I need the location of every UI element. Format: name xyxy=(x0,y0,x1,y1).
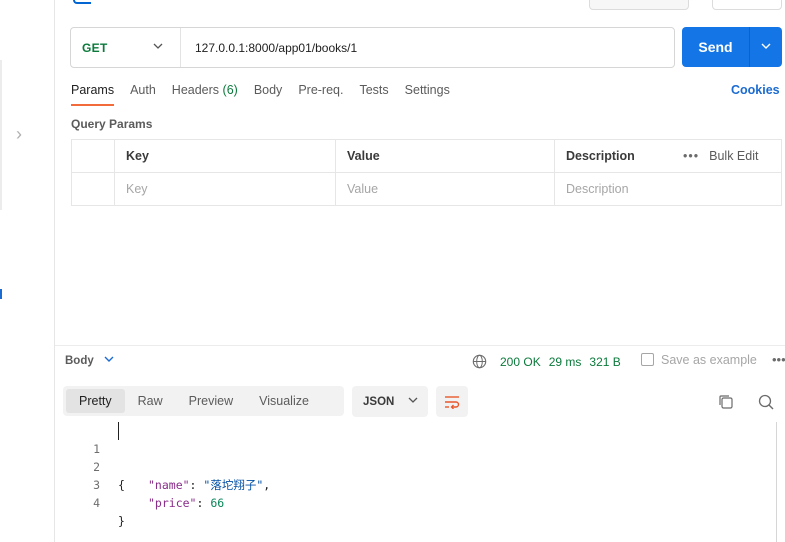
tab-raw[interactable]: Raw xyxy=(125,389,176,413)
format-label: JSON xyxy=(363,395,395,408)
url-input[interactable] xyxy=(181,28,674,67)
sidebar-edge xyxy=(0,60,2,210)
bulk-edit-button[interactable]: ••• Bulk Edit xyxy=(683,140,758,173)
pane-divider[interactable] xyxy=(55,345,785,346)
tab-pre-request[interactable]: Pre-req. xyxy=(298,82,343,106)
copy-icon[interactable] xyxy=(717,393,735,411)
save-as-example-label: Save as example xyxy=(661,353,757,367)
response-time[interactable]: 29 ms xyxy=(549,355,582,369)
sidebar-marker xyxy=(0,289,2,299)
expand-chevron-icon[interactable]: › xyxy=(16,124,22,145)
request-url-bar: GET xyxy=(70,27,675,68)
chevron-down-icon xyxy=(153,41,163,54)
code-text: "price": 66 xyxy=(148,496,225,510)
search-icon[interactable] xyxy=(757,393,775,411)
chevron-down-icon[interactable] xyxy=(104,354,114,367)
code-line: 4 } xyxy=(55,476,777,528)
code-text: } xyxy=(118,514,125,528)
editor-scrollbar[interactable] xyxy=(776,422,777,542)
response-view-tabs: Pretty Raw Preview Visualize xyxy=(63,386,344,416)
tab-pretty[interactable]: Pretty xyxy=(66,389,125,413)
tab-params[interactable]: Params xyxy=(71,82,115,106)
back-icon[interactable] xyxy=(73,0,91,4)
tab-body[interactable]: Body xyxy=(254,82,283,106)
key-column-header: Key xyxy=(115,140,336,173)
value-input[interactable]: Value xyxy=(336,173,555,206)
tab-preview[interactable]: Preview xyxy=(176,389,246,413)
tab-tests[interactable]: Tests xyxy=(359,82,388,106)
tab-label: Pre-req. xyxy=(298,83,344,97)
send-button[interactable]: Send xyxy=(682,27,782,67)
value-column-header: Value xyxy=(336,140,555,173)
cookies-link[interactable]: Cookies xyxy=(731,83,780,97)
tab-label: Params xyxy=(71,83,115,97)
table-header-row: Key Value Description ••• Bulk Edit xyxy=(72,140,781,173)
tab-label: Body xyxy=(253,83,283,97)
json-key: "price" xyxy=(148,496,197,510)
more-options-icon[interactable]: ••• xyxy=(772,352,785,367)
toolbar-dropdown[interactable] xyxy=(712,0,782,10)
tab-label: Tests xyxy=(359,83,389,97)
response-size[interactable]: 321 B xyxy=(589,355,620,369)
toolbar-button[interactable] xyxy=(589,0,689,10)
method-select[interactable]: GET xyxy=(71,28,181,67)
more-options-icon[interactable]: ••• xyxy=(683,149,699,163)
params-table: Key Value Description ••• Bulk Edit Key V… xyxy=(71,139,782,206)
status-badge[interactable]: 200 OK xyxy=(500,355,541,369)
checkbox-column-header xyxy=(72,140,115,173)
line-number: 4 xyxy=(93,496,100,510)
chevron-down-icon xyxy=(408,395,418,408)
tab-label: Auth xyxy=(130,83,156,97)
text-cursor xyxy=(118,422,119,440)
sidebar-collapsed: › xyxy=(0,0,55,542)
json-value: 66 xyxy=(210,496,225,510)
table-row: Key Value Description xyxy=(72,173,781,206)
save-as-example-button[interactable]: Save as example xyxy=(641,353,757,367)
top-toolbar xyxy=(55,0,785,12)
tab-visualize[interactable]: Visualize xyxy=(246,389,322,413)
description-input[interactable]: Description xyxy=(555,173,781,206)
tab-auth[interactable]: Auth xyxy=(130,82,156,106)
tab-settings[interactable]: Settings xyxy=(405,82,450,106)
description-header-label: Description xyxy=(566,149,635,163)
save-icon xyxy=(641,353,654,366)
headers-count: (6) xyxy=(222,83,238,97)
bulk-edit-label: Bulk Edit xyxy=(709,149,759,163)
row-checkbox-cell xyxy=(72,173,115,206)
response-meta: 200 OK 29 ms 321 B xyxy=(500,355,629,369)
tab-headers[interactable]: Headers (6) xyxy=(172,82,238,106)
key-input[interactable]: Key xyxy=(115,173,336,206)
response-section-label[interactable]: Body xyxy=(65,355,94,367)
wrap-lines-icon xyxy=(445,395,460,409)
method-label: GET xyxy=(82,40,108,55)
code-line: 2 "name": "落坨翔子", xyxy=(55,440,777,492)
response-body-editor[interactable]: 1 { 2 "name": "落坨翔子", 3 "price": 66 4 } xyxy=(55,422,777,542)
tab-label: Settings xyxy=(404,83,450,97)
code-line: 3 "price": 66 xyxy=(55,458,777,510)
request-tabs: Params Auth Headers (6) Body Pre-req. Te… xyxy=(71,82,466,106)
query-params-title: Query Params xyxy=(71,117,153,131)
format-select[interactable]: JSON xyxy=(352,386,428,417)
globe-icon[interactable] xyxy=(472,354,487,369)
tab-label: Headers xyxy=(171,83,220,97)
send-label: Send xyxy=(698,39,733,55)
code-line: 1 { xyxy=(55,422,777,492)
wrap-lines-button[interactable] xyxy=(436,386,468,417)
send-options-chevron-icon[interactable] xyxy=(750,40,782,54)
